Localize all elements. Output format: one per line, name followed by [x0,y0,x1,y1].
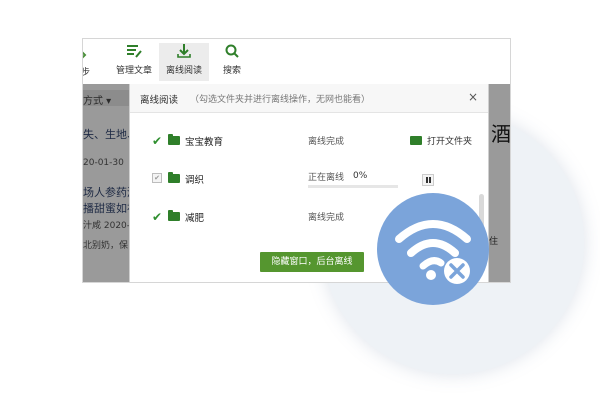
close-icon[interactable]: × [468,90,478,104]
sort-dropdown[interactable]: 方式 ▾ [83,90,129,107]
dialog-subtitle: （勾选文件夹并进行离线操作，无网也能看） [190,95,371,105]
toolbar-item-partial[interactable]: 步 [83,43,91,81]
wifi-off-badge [377,193,489,305]
folder-row[interactable]: ✔ 调织 正在离线 0% [130,168,488,192]
manage-articles-icon [127,45,142,58]
folder-name: 宝宝教育 [185,137,224,148]
search-icon [225,44,239,58]
toolbar-partial-label: 步 [83,65,90,78]
list-item-date: 汁咸 2020-0 [83,221,129,231]
preview-char-small: 住 [489,237,499,247]
checkmark-icon[interactable]: ✔ [152,134,162,148]
search-label: 搜索 [222,66,241,76]
search-button[interactable]: 搜索 [207,43,257,81]
offline-status: 离线完成 [308,137,345,147]
manage-articles-button[interactable]: 管理文章 [109,43,159,81]
list-item-date: 20-01-30 [83,158,124,168]
open-folder-link[interactable]: 打开文件夹 [427,134,472,147]
folder-name: 调织 [185,175,205,186]
article-preview-dimmed: 酒 住 [487,84,510,282]
folder-icon [168,134,180,145]
open-folder-icon[interactable] [410,136,422,145]
list-item: 失、生地、 [83,128,129,141]
dialog-title: 离线阅读 [140,95,179,106]
toolbar: 步 管理文章 离线阅读 搜索 [83,39,510,84]
progress-bar [308,185,398,188]
offline-read-button[interactable]: 离线阅读 [159,43,209,81]
checkbox[interactable]: ✔ [152,173,162,183]
manage-articles-label: 管理文章 [115,66,152,76]
folder-name: 减肥 [185,213,205,224]
download-icon [177,44,191,58]
pause-icon[interactable] [422,174,434,186]
offline-status: 正在离线 [308,173,345,183]
article-list-dimmed: 方式 ▾ 失、生地、 20-01-30 场人参药酒 播甜蜜如初 汁咸 2020-… [83,84,129,282]
offline-status: 离线完成 [308,213,345,223]
list-item: 北别奶，保 [83,241,129,251]
list-item: 场人参药酒 [83,186,129,199]
list-item: 播甜蜜如初 [83,202,129,215]
checkmark-icon[interactable]: ✔ [152,210,162,224]
progress-percent: 0% [353,171,368,181]
arrow-icon [83,51,87,59]
wifi-off-icon [395,220,471,284]
folder-icon [168,172,180,183]
folder-icon [168,210,180,221]
hide-window-button[interactable]: 隐藏窗口，后台离线 [260,252,364,272]
dialog-header: 离线阅读 （勾选文件夹并进行离线操作，无网也能看） × [130,84,488,113]
folder-row[interactable]: ✔ 宝宝教育 离线完成 打开文件夹 [130,130,488,154]
offline-read-label: 离线阅读 [165,66,202,76]
sort-label: 方式 ▾ [83,96,112,107]
preview-char: 酒 [491,122,511,146]
